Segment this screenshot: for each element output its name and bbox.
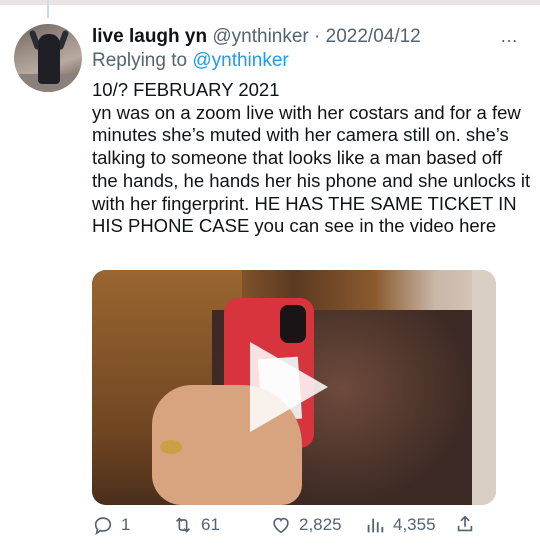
analytics-icon [367,518,384,533]
tweet-screen: live laugh yn @ynthinker · 2022/04/12 … … [0,0,540,546]
tweet-actions: 1 61 2,825 4,355 [92,513,492,541]
reply-button[interactable]: 1 [92,513,130,537]
retweet-button[interactable]: 61 [172,513,220,537]
tweet-text: 10/? FEBRUARY 2021 yn was on a zoom live… [92,79,531,237]
user-handle[interactable]: @ynthinker [212,26,308,47]
heart-icon [273,517,289,534]
play-icon[interactable] [250,342,328,432]
replying-mention-link[interactable]: @ynthinker [192,50,288,71]
reply-count: 1 [121,515,131,534]
video-thumbnail[interactable] [92,270,496,505]
tweet-date[interactable]: 2022/04/12 [326,26,421,47]
replying-to-line: Replying to @ynthinker [92,49,289,73]
like-count: 2,825 [299,515,342,534]
views-count: 4,355 [393,515,436,534]
top-divider [0,0,540,5]
thread-line [47,0,49,18]
replying-prefix: Replying to [92,50,188,71]
tweet-header: live laugh yn @ynthinker · 2022/04/12 [92,25,421,49]
avatar[interactable] [14,24,82,92]
reply-icon [94,517,112,536]
retweet-icon [175,517,191,533]
retweet-count: 61 [201,515,220,534]
views-button[interactable]: 4,355 [364,513,436,537]
display-name[interactable]: live laugh yn [92,26,207,47]
share-button[interactable] [454,513,483,535]
more-options-icon[interactable]: … [500,27,519,45]
share-icon [457,515,473,532]
separator-dot: · [314,26,321,47]
like-button[interactable]: 2,825 [270,513,342,537]
